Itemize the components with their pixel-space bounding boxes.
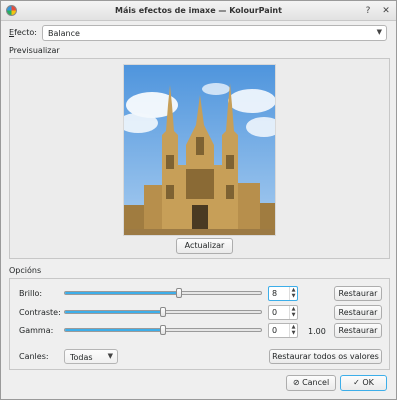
spin-arrows-icon[interactable]: ▲ ▼ <box>289 287 297 300</box>
effect-label: Efecto: <box>9 28 37 37</box>
brightness-label: Brillo: <box>19 289 43 298</box>
restore-all-button[interactable]: Restaurar todos os valores <box>269 349 382 364</box>
window-title: Máis efectos de imaxe — KolourPaint <box>115 6 282 15</box>
contrast-restore-button[interactable]: Restaurar <box>334 305 382 320</box>
gamma-restore-button[interactable]: Restaurar <box>334 323 382 338</box>
gamma-slider[interactable] <box>64 325 262 335</box>
preview-section-label: Previsualizar <box>9 46 60 55</box>
spin-arrows-icon[interactable]: ▲ ▼ <box>289 306 297 319</box>
update-preview-button[interactable]: Actualizar <box>176 238 233 254</box>
effect-combo[interactable]: Balance ▼ <box>42 25 387 41</box>
gamma-display-value: 1.00 <box>308 327 326 336</box>
spin-arrows-icon[interactable]: ▲ ▼ <box>289 324 297 337</box>
brightness-restore-button[interactable]: Restaurar <box>334 286 382 301</box>
gamma-slider-fill <box>65 329 163 331</box>
channels-combo[interactable]: Todas ▼ <box>64 349 118 364</box>
brightness-slider[interactable] <box>64 288 262 298</box>
options-frame: Brillo: 8 ▲ ▼ Restaurar Contraste: 0 ▲ ▼ R… <box>9 278 390 370</box>
gamma-spinbox[interactable]: 0 ▲ ▼ <box>268 323 298 338</box>
contrast-slider-handle[interactable] <box>160 307 166 317</box>
title-bar[interactable]: Máis efectos de imaxe — KolourPaint ? ✕ <box>1 1 396 21</box>
options-section-label: Opcións <box>9 266 42 275</box>
gamma-label: Gamma: <box>19 326 54 335</box>
brightness-value: 8 <box>272 289 278 298</box>
brightness-slider-handle[interactable] <box>175 288 182 298</box>
chevron-down-icon: ▼ <box>376 28 382 36</box>
dialog-window: Máis efectos de imaxe — KolourPaint ? ✕ … <box>0 0 397 400</box>
effect-combo-value: Balance <box>48 29 80 38</box>
close-icon[interactable]: ✕ <box>380 5 392 17</box>
cancel-icon: ⊘ <box>292 378 303 387</box>
ok-button[interactable]: ✓ OK <box>340 375 387 391</box>
preview-frame: Actualizar <box>9 58 390 259</box>
brightness-spinbox[interactable]: 8 ▲ ▼ <box>268 286 298 301</box>
cathedral-photo <box>124 65 275 235</box>
contrast-slider-fill <box>65 311 163 313</box>
checkmark-icon: ✓ <box>353 378 363 387</box>
preview-image <box>123 64 276 236</box>
chevron-down-icon: ▼ <box>107 352 113 360</box>
help-icon[interactable]: ? <box>362 5 374 17</box>
cancel-button[interactable]: ⊘ Cancel <box>286 375 336 391</box>
contrast-spinbox[interactable]: 0 ▲ ▼ <box>268 305 298 320</box>
contrast-value: 0 <box>272 308 278 317</box>
contrast-label: Contraste: <box>19 308 61 317</box>
channels-combo-value: Todas <box>70 353 93 362</box>
brightness-slider-fill <box>65 292 179 294</box>
gamma-value: 0 <box>272 326 278 335</box>
contrast-slider[interactable] <box>64 307 262 317</box>
channels-label: Canles: <box>19 352 49 361</box>
gamma-slider-handle[interactable] <box>160 325 166 335</box>
